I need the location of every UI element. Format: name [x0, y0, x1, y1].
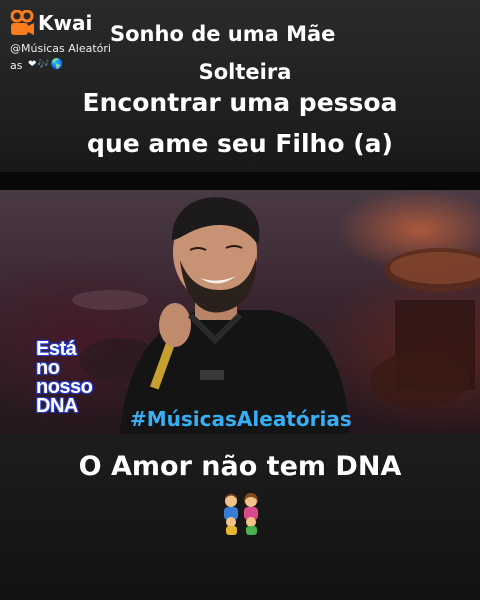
title-line-1: Sonho de uma Mãe: [110, 22, 336, 46]
divider-strip: [0, 172, 480, 190]
title-line-2: Solteira: [198, 60, 292, 84]
subtitle-line-2: que ame seu Filho (a): [87, 129, 393, 158]
kwai-brand-name: Kwai: [38, 11, 93, 35]
main-caption: O Amor não tem DNA: [78, 451, 402, 482]
sticker-line: DNA: [36, 395, 78, 417]
hashtag-link[interactable]: #MúsicasAleatórias: [130, 407, 352, 431]
subtitle-line-1: Encontrar uma pessoa: [82, 88, 398, 117]
author-handle: @Músicas Aleatóri: [10, 42, 111, 55]
family-icon: [224, 493, 258, 535]
kwai-logo-icon: [10, 10, 34, 35]
dna-sticker: Está no nosso DNA: [36, 339, 108, 417]
